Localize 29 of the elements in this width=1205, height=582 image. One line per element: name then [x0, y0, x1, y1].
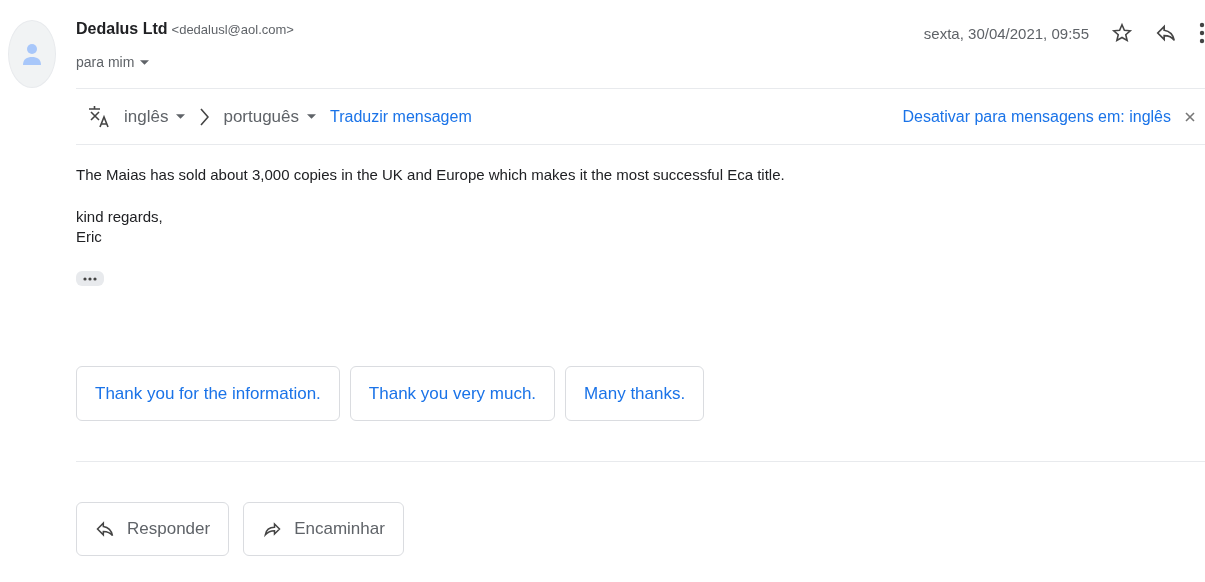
person-icon [22, 42, 42, 66]
more-options-icon[interactable] [1199, 22, 1205, 44]
sender-name: Dedalus Ltd [76, 20, 168, 37]
signoff-line: Eric [76, 227, 103, 247]
forward-button[interactable]: Encaminhar [243, 502, 404, 556]
caret-icon [176, 114, 186, 119]
reply-button[interactable]: Responder [76, 502, 230, 556]
translate-message-link[interactable]: Traduzir mensagem [330, 107, 472, 126]
chevron-right-icon [199, 107, 210, 126]
smart-reply-chip[interactable]: Many thanks. [565, 366, 705, 421]
ellipsis-icon [83, 276, 97, 281]
caret-icon [307, 114, 317, 119]
reply-icon[interactable] [1155, 22, 1177, 44]
sender-email: <dedalusl@aol.com> [171, 22, 294, 37]
disable-translation-link[interactable]: Desativar para mensagens em: inglês [902, 107, 1171, 126]
smart-reply-chip[interactable]: Thank you for the information. [76, 366, 340, 421]
translate-icon [88, 104, 110, 129]
star-icon[interactable] [1111, 22, 1133, 44]
caret-icon [140, 59, 150, 65]
source-language-dropdown[interactable]: inglês [124, 106, 186, 127]
smart-reply-chip[interactable]: Thank you very much. [349, 366, 556, 421]
message-date: sexta, 30/04/2021, 09:55 [923, 24, 1089, 42]
close-icon[interactable] [1185, 111, 1195, 122]
show-trimmed-content-button[interactable] [76, 271, 104, 286]
signoff-line: kind regards, [76, 207, 164, 227]
target-language-dropdown[interactable]: português [223, 106, 317, 127]
message-paragraph: The Maias has sold about 3,000 copies in the UK and Europe which makes it the most successful Eca title. [76, 165, 786, 185]
reply-icon [95, 519, 115, 539]
recipient-dropdown[interactable]: para mim [76, 54, 150, 70]
